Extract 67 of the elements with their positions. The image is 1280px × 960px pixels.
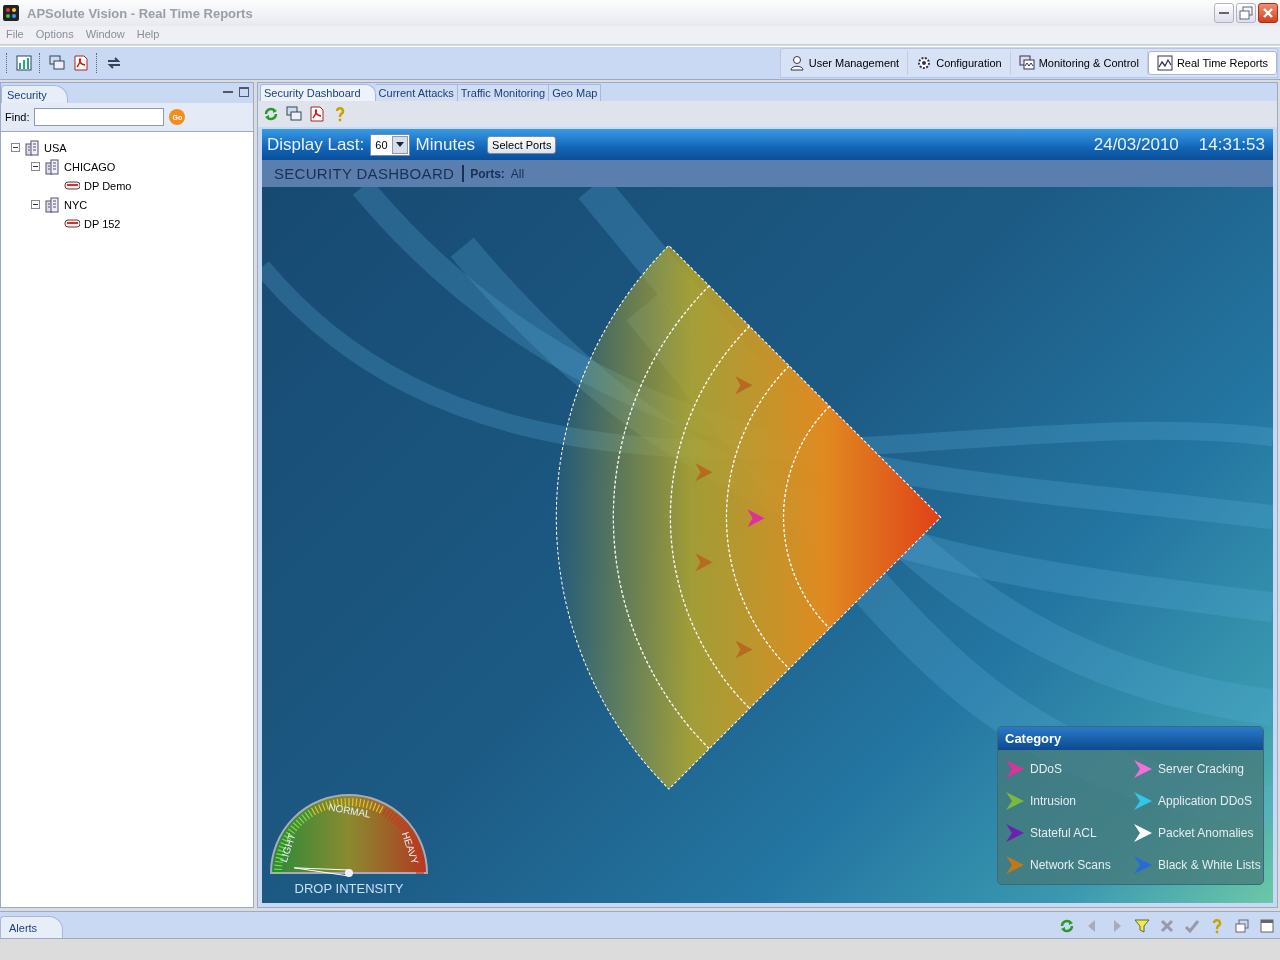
app-logo-icon: [3, 5, 19, 21]
tree-item[interactable]: DP Demo: [84, 179, 132, 192]
report-icon[interactable]: [16, 55, 32, 71]
caret-icon: [395, 141, 404, 148]
pdf-icon[interactable]: [73, 55, 89, 71]
minutes-label: Minutes: [415, 134, 476, 155]
legend-label: Stateful ACL: [1030, 826, 1097, 840]
gauge-label: HEAVY: [399, 830, 421, 866]
legend-label: Server Cracking: [1158, 762, 1245, 776]
alerts-tab[interactable]: Alerts: [0, 916, 64, 938]
perspective-tab[interactable]: Real Time Reports: [1147, 51, 1277, 75]
legend-label: Network Scans: [1030, 858, 1111, 872]
window-title: APSolute Vision - Real Time Reports: [27, 5, 254, 21]
building-icon: [44, 158, 60, 175]
pdf-icon[interactable]: [309, 106, 325, 122]
tree-item[interactable]: CHICAGO: [64, 160, 116, 173]
windows-icon[interactable]: [49, 55, 65, 71]
gauge-needle: [293, 867, 353, 877]
monitor-icon: [1018, 55, 1035, 71]
legend-label: Application DDoS: [1158, 794, 1253, 808]
minutes-dropdown[interactable]: 60: [370, 133, 410, 156]
tab[interactable]: Traffic Monitoring: [457, 84, 550, 101]
perspective-tab[interactable]: User Management: [780, 51, 909, 75]
chart-icon: [1156, 55, 1173, 71]
time-text: 14:31:53: [1198, 134, 1265, 155]
tree-item[interactable]: DP 152: [84, 217, 121, 230]
dashboard-title: SECURITY DASHBOARD: [274, 165, 465, 183]
collapse-icon[interactable]: [31, 162, 40, 171]
gauge-label: LIGHT: [277, 832, 298, 864]
sync-icon[interactable]: [106, 55, 122, 71]
legend-label: Black & White Lists: [1158, 858, 1261, 872]
gauge-title: DROP INTENSITY: [294, 881, 404, 896]
perspective-tab[interactable]: Configuration: [908, 51, 1011, 75]
tab[interactable]: Security Dashboard: [260, 84, 376, 101]
restore-icon[interactable]: [1234, 918, 1250, 934]
restore-icon[interactable]: [1238, 5, 1254, 21]
collapse-icon[interactable]: [11, 143, 20, 152]
gear-icon: [916, 55, 933, 71]
ports-label: Ports:: [470, 166, 505, 181]
tree-item[interactable]: USA: [44, 141, 67, 154]
user-icon: [788, 55, 805, 71]
select-ports-button[interactable]: Select Ports: [487, 135, 557, 154]
refresh-icon[interactable]: [1059, 918, 1075, 934]
panel-tab[interactable]: Security: [1, 85, 68, 103]
display-label: Display Last:: [267, 134, 365, 155]
legend-label: DDoS: [1030, 762, 1062, 776]
maximize-icon[interactable]: [1259, 918, 1275, 934]
maximize-icon[interactable]: [239, 87, 249, 97]
building-icon: [44, 196, 60, 213]
legend-label: Intrusion: [1030, 794, 1077, 808]
ports-value: All: [510, 166, 525, 181]
tab[interactable]: Geo Map: [549, 84, 602, 101]
find-label: Find:: [5, 111, 30, 123]
collapse-icon[interactable]: [31, 200, 40, 209]
filter-icon[interactable]: [1134, 918, 1150, 934]
perspective-tab[interactable]: Monitoring & Control: [1010, 51, 1148, 75]
find-field[interactable]: [34, 108, 165, 126]
legend-title: Category: [998, 727, 1263, 750]
refresh-icon[interactable]: [263, 106, 279, 122]
gauge-label: NORMAL: [327, 801, 372, 820]
legend-label: Packet Anomalies: [1158, 826, 1254, 840]
windows-icon[interactable]: [286, 106, 302, 122]
tree-item[interactable]: NYC: [64, 198, 88, 211]
building-icon: [24, 139, 40, 156]
checkmark-icon[interactable]: [1184, 918, 1200, 934]
date-text: 24/03/2010: [1093, 134, 1179, 155]
tab[interactable]: Current Attacks: [375, 84, 458, 101]
